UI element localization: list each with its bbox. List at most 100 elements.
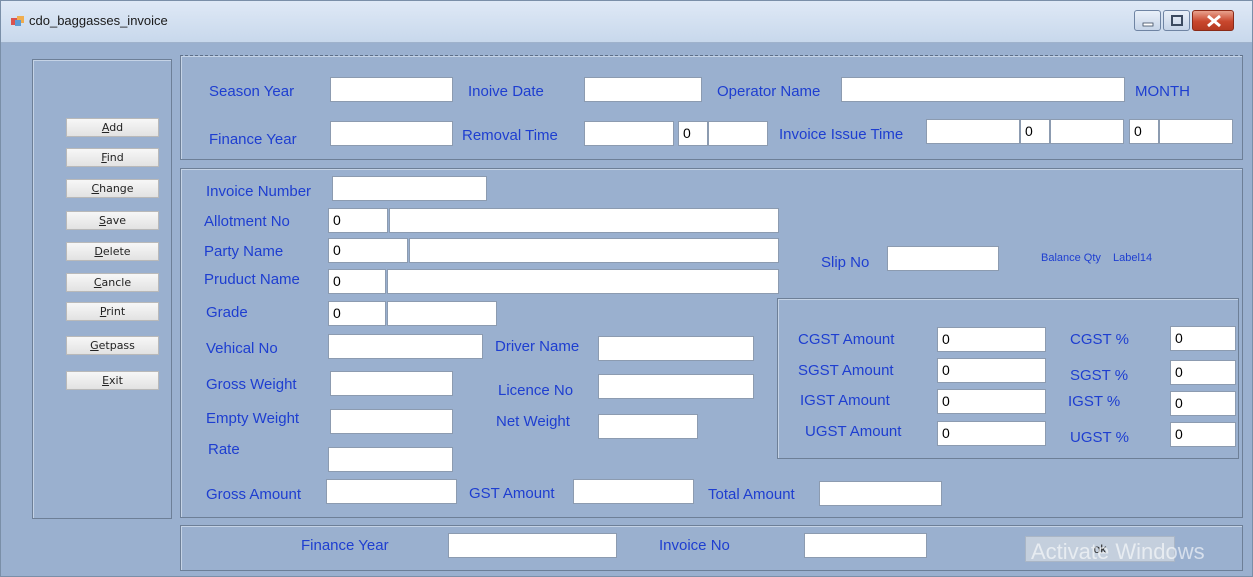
maximize-icon [1171,15,1183,26]
vehical-no-input[interactable] [328,334,483,359]
find-button[interactable]: Find [66,148,159,167]
cancle-button-label: Cancle [93,276,132,289]
invoice-issue-extra2-input[interactable] [1159,119,1233,144]
sgst-pct-label: SGST % [1070,367,1129,384]
igst-pct-label: IGST % [1068,393,1121,410]
balance-qty-label: Balance Qty [1041,252,1101,264]
gross-amount-label: Gross Amount [206,486,302,503]
add-button[interactable]: Add [66,118,159,137]
delete-button[interactable]: Delete [66,242,159,261]
total-amount-label: Total Amount [708,486,795,503]
app-icon [11,14,25,26]
exit-button-label: Exit [102,374,123,387]
slip-no-input[interactable] [887,246,999,271]
empty-weight-label: Empty Weight [206,410,300,427]
change-button[interactable]: Change [66,179,159,198]
grade-label: Grade [206,304,248,321]
season-year-input[interactable] [330,77,453,102]
net-weight-label: Net Weight [496,413,570,430]
invoice-number-input[interactable] [332,176,487,201]
driver-name-input[interactable] [598,336,754,361]
cgst-pct-label: CGST % [1070,331,1129,348]
ugst-pct-input[interactable]: 0 [1170,422,1236,447]
igst-amount-label: IGST Amount [800,392,890,409]
gross-weight-input[interactable] [330,371,453,396]
empty-weight-input[interactable] [330,409,453,434]
month-label: MONTH [1135,83,1190,100]
season-year-label: Season Year [209,83,295,100]
allotment-no-input[interactable] [389,208,779,233]
rate-input[interactable] [328,447,453,472]
ugst-amount-label: UGST Amount [805,423,902,440]
invoice-issue-time-input[interactable] [926,119,1020,144]
invoice-issue-time-label: Invoice Issue Time [779,126,904,143]
save-button[interactable]: Save [66,211,159,230]
getpass-button[interactable]: Getpass [66,336,159,355]
sgst-pct-input[interactable]: 0 [1170,360,1236,385]
footer-invoice-no-input[interactable] [804,533,927,558]
allotment-no-code-input[interactable]: 0 [328,208,388,233]
licence-no-input[interactable] [598,374,754,399]
find-button-label: Find [101,151,124,164]
invoice-issue-minute-input[interactable]: 0 [1129,119,1159,144]
ugst-amount-input[interactable]: 0 [937,421,1046,446]
footer-invoice-no-label: Invoice No [659,537,730,554]
close-button[interactable] [1192,10,1234,31]
removal-time-hour-input[interactable]: 0 [678,121,708,146]
finance-year-label: Finance Year [209,131,297,148]
party-name-input[interactable] [409,238,779,263]
invoice-number-label: Invoice Number [206,183,312,200]
cgst-pct-input[interactable]: 0 [1170,326,1236,351]
getpass-button-label: Getpass [90,339,135,352]
save-button-label: Save [98,214,126,227]
window-title: cdo_baggasses_invoice [29,13,168,28]
maximize-button[interactable] [1163,10,1190,31]
close-icon [1207,14,1221,28]
product-name-input[interactable] [387,269,779,294]
net-weight-input[interactable] [598,414,698,439]
invoice-issue-extra-input[interactable] [1050,119,1124,144]
minimize-icon [1142,22,1154,27]
title-bar: cdo_baggasses_invoice [1,1,1252,43]
print-button[interactable]: Print [66,302,159,321]
gross-amount-input[interactable] [326,479,457,504]
finance-year-input[interactable] [330,121,453,146]
grade-code-input[interactable]: 0 [328,301,386,326]
invoice-window: cdo_baggasses_invoice Add Find Change Sa… [0,0,1253,577]
minimize-button[interactable] [1134,10,1161,31]
cgst-amount-input[interactable]: 0 [937,327,1046,352]
total-amount-input[interactable] [819,481,942,506]
footer-finance-year-input[interactable] [448,533,617,558]
licence-no-label: Licence No [498,382,574,399]
sgst-amount-label: SGST Amount [798,362,894,379]
allotment-no-label: Allotment No [204,213,290,230]
change-button-label: Change [91,182,134,195]
operator-name-label: Operator Name [717,83,821,100]
delete-button-label: Delete [94,245,131,258]
footer-finance-year-label: Finance Year [301,537,389,554]
product-name-label: Pruduct Name [204,271,300,288]
ugst-pct-label: UGST % [1070,429,1129,446]
party-name-label: Party Name [204,243,284,260]
driver-name-label: Driver Name [495,338,580,355]
removal-time-extra-input[interactable] [708,121,768,146]
removal-time-label: Removal Time [462,127,558,144]
grade-input[interactable] [387,301,497,326]
exit-button[interactable]: Exit [66,371,159,390]
operator-name-input[interactable] [841,77,1125,102]
invoice-issue-hour-input[interactable]: 0 [1020,119,1050,144]
activate-windows-watermark: Activate Windows [1031,539,1205,564]
removal-time-input[interactable] [584,121,674,146]
label14-text: Label14 [1113,252,1153,264]
cgst-amount-label: CGST Amount [798,331,895,348]
igst-amount-input[interactable]: 0 [937,389,1046,414]
cancle-button[interactable]: Cancle [66,273,159,292]
sgst-amount-input[interactable]: 0 [937,358,1046,383]
gst-amount-input[interactable] [573,479,694,504]
igst-pct-input[interactable]: 0 [1170,391,1236,416]
invoice-date-input[interactable] [584,77,702,102]
product-name-code-input[interactable]: 0 [328,269,386,294]
gst-amount-label: GST Amount [469,485,555,502]
vehical-no-label: Vehical No [206,340,278,357]
party-name-code-input[interactable]: 0 [328,238,408,263]
